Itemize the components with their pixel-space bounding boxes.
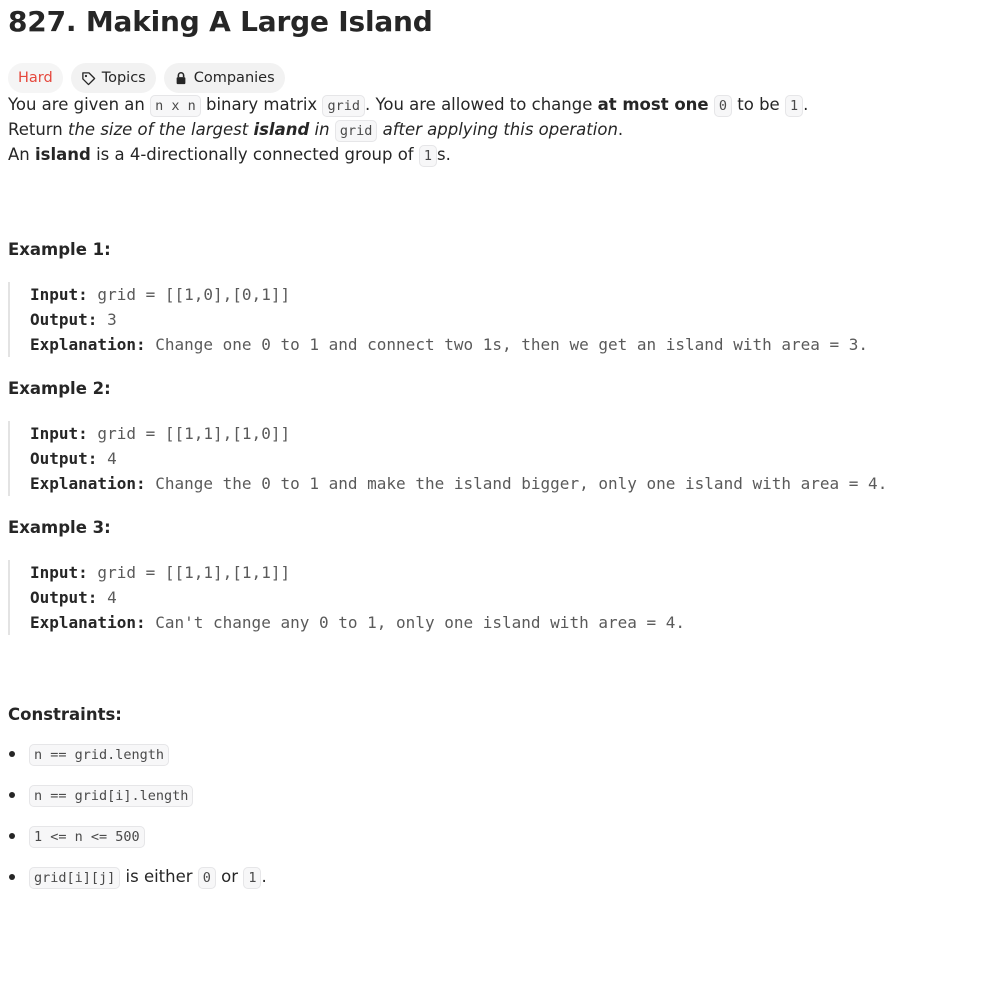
inline-code: grid bbox=[322, 95, 365, 117]
problem-badges: Hard Topics Companies bbox=[8, 63, 989, 93]
output-value: 4 bbox=[97, 588, 117, 607]
inline-code: grid bbox=[334, 120, 378, 142]
explanation-value: Change the 0 to 1 and make the island bi… bbox=[145, 474, 888, 493]
text: . bbox=[261, 867, 267, 886]
input-label: Input: bbox=[30, 424, 88, 443]
example-1-title: Example 1: bbox=[8, 240, 111, 259]
explanation-label: Explanation: bbox=[30, 335, 146, 354]
text: . You are allowed to change bbox=[364, 95, 598, 114]
problem-title[interactable]: 827. Making A Large Island bbox=[8, 0, 989, 40]
example-2-block: Input: grid = [[1,1],[1,0]] Output: 4 Ex… bbox=[8, 421, 989, 496]
text: You are given an bbox=[8, 95, 151, 114]
text: s. bbox=[437, 145, 451, 164]
text: . bbox=[803, 95, 809, 114]
input-label: Input: bbox=[30, 285, 88, 304]
input-value: grid = [[1,1],[1,0]] bbox=[87, 424, 291, 443]
example-3-title: Example 3: bbox=[8, 518, 111, 537]
output-label: Output: bbox=[30, 588, 98, 607]
description-paragraph-1: You are given an n x n binary matrix gri… bbox=[8, 93, 989, 118]
output-value: 4 bbox=[97, 449, 117, 468]
bold-text: at most one bbox=[597, 95, 709, 114]
inline-code: grid[i][j] bbox=[29, 867, 121, 889]
input-value: grid = [[1,0],[0,1]] bbox=[87, 285, 291, 304]
output-label: Output: bbox=[30, 449, 98, 468]
inline-code: 1 bbox=[784, 95, 804, 117]
constraint-item: n == grid[i].length bbox=[8, 783, 989, 807]
constraint-item: 1 <= n <= 500 bbox=[8, 824, 989, 848]
description-paragraph-3: An island is a 4-directionally connected… bbox=[8, 143, 989, 168]
input-value: grid = [[1,1],[1,1]] bbox=[87, 563, 291, 582]
explanation-label: Explanation: bbox=[30, 613, 146, 632]
inline-code: n == grid.length bbox=[29, 744, 170, 766]
text: is a 4-directionally connected group of bbox=[90, 145, 419, 164]
inline-code: 1 bbox=[418, 145, 438, 167]
text: Return bbox=[8, 120, 68, 139]
topics-label: Topics bbox=[101, 70, 146, 86]
inline-code: 1 <= n <= 500 bbox=[29, 826, 145, 848]
explanation-value: Can't change any 0 to 1, only one island… bbox=[145, 613, 686, 632]
italic-text: the size of the largest bbox=[68, 120, 254, 139]
bold-italic-text: island bbox=[253, 120, 310, 139]
companies-button[interactable]: Companies bbox=[163, 63, 285, 93]
topics-button[interactable]: Topics bbox=[70, 63, 156, 93]
inline-code: 1 bbox=[243, 867, 262, 889]
tag-icon bbox=[81, 71, 95, 85]
output-value: 3 bbox=[97, 310, 117, 329]
example-2-title: Example 2: bbox=[8, 379, 111, 398]
inline-code: 0 bbox=[197, 867, 216, 889]
text: . bbox=[617, 120, 624, 139]
text: to be bbox=[732, 95, 785, 114]
inline-code: n x n bbox=[150, 95, 201, 117]
italic-text: after applying this operation bbox=[377, 120, 618, 139]
description-paragraph-2: Return the size of the largest island in… bbox=[8, 118, 989, 143]
text: binary matrix bbox=[200, 95, 323, 114]
example-1-block: Input: grid = [[1,0],[0,1]] Output: 3 Ex… bbox=[8, 282, 989, 357]
italic-text: in bbox=[309, 120, 335, 139]
difficulty-badge: Hard bbox=[8, 63, 63, 93]
constraints-list: n == grid.length n == grid[i].length 1 <… bbox=[8, 742, 989, 889]
text: An bbox=[8, 145, 35, 164]
inline-code: 0 bbox=[713, 95, 733, 117]
explanation-label: Explanation: bbox=[30, 474, 146, 493]
lock-icon bbox=[176, 72, 186, 85]
text: is either bbox=[120, 867, 198, 886]
text: or bbox=[215, 867, 244, 886]
companies-label: Companies bbox=[193, 70, 275, 86]
problem-description: 827. Making A Large Island Hard Topics C… bbox=[0, 0, 997, 889]
bold-text: island bbox=[35, 145, 91, 164]
constraint-item: n == grid.length bbox=[8, 742, 989, 766]
input-label: Input: bbox=[30, 563, 88, 582]
explanation-value: Change one 0 to 1 and connect two 1s, th… bbox=[145, 335, 869, 354]
example-3-block: Input: grid = [[1,1],[1,1]] Output: 4 Ex… bbox=[8, 560, 989, 635]
constraint-item: grid[i][j] is either 0 or 1. bbox=[8, 865, 989, 889]
inline-code: n == grid[i].length bbox=[29, 785, 194, 807]
output-label: Output: bbox=[30, 310, 98, 329]
constraints-title: Constraints: bbox=[8, 705, 122, 724]
